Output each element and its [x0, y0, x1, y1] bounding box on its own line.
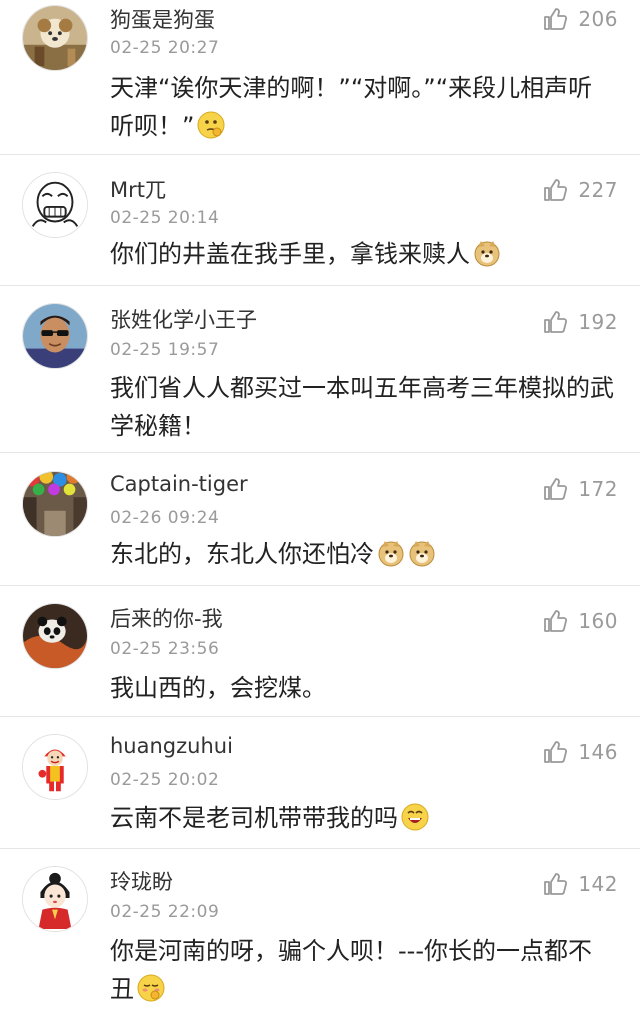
thumbs-up-icon — [542, 6, 568, 32]
like-count: 160 — [578, 609, 618, 633]
comment-item: Mrt兀 02-25 20:14 227 你们的井盖在我手里，拿钱来赎人 — [0, 155, 640, 286]
username[interactable]: Captain-tiger — [110, 472, 248, 496]
comment-list: 狗蛋是狗蛋 02-25 20:27 206 天津“诶你天津的啊！”“对啊。”“来… — [0, 0, 640, 1019]
meme-face-avatar-icon[interactable] — [22, 172, 88, 238]
thinking-emoji-icon — [197, 111, 225, 139]
comment-item: 后来的你-我 02-25 23:56 160 我山西的，会挖煤。 — [0, 586, 640, 717]
comment-text: 东北的，东北人你还怕冷 — [110, 535, 614, 573]
umbrella-street-avatar-icon[interactable] — [22, 471, 88, 537]
comment-body: 我山西的，会挖煤。 — [110, 674, 326, 702]
comment-body: 我们省人人都买过一本叫五年高考三年模拟的武学秘籍！ — [110, 374, 614, 440]
comment-body: 你是河南的呀，骗个人呗！---你长的一点都不丑 — [110, 937, 592, 1003]
comment-text: 我们省人人都买过一本叫五年高考三年模拟的武学秘籍！ — [110, 369, 614, 445]
username[interactable]: 张姓化学小王子 — [110, 304, 257, 334]
like-count: 227 — [578, 178, 618, 202]
comment-item: huangzuhui 02-25 20:02 146 云南不是老司机带带我的吗 — [0, 717, 640, 849]
panda-avatar-icon[interactable] — [22, 603, 88, 669]
doge-emoji-icon — [377, 539, 405, 567]
thumbs-up-icon — [542, 608, 568, 634]
username[interactable]: 后来的你-我 — [110, 603, 223, 633]
comment-text: 你们的井盖在我手里，拿钱来赎人 — [110, 235, 614, 273]
doge-emoji-icon — [473, 239, 501, 267]
timestamp: 02-26 09:24 — [110, 508, 220, 528]
laughing-emoji-icon — [401, 803, 429, 831]
like-count: 192 — [578, 310, 618, 334]
comment-body: 云南不是老司机带带我的吗 — [110, 804, 398, 832]
comment-item: 玲珑盼 02-25 22:09 142 你是河南的呀，骗个人呗！---你长的一点… — [0, 849, 640, 1019]
username[interactable]: 狗蛋是狗蛋 — [110, 4, 215, 34]
timestamp: 02-25 20:27 — [110, 38, 220, 58]
comment-text: 天津“诶你天津的啊！”“对啊。”“来段儿相声听听呗！” — [110, 69, 614, 145]
like-button[interactable]: 142 — [542, 869, 618, 899]
comment-text: 我山西的，会挖煤。 — [110, 669, 614, 707]
thumbs-up-icon — [542, 739, 568, 765]
thumbs-up-icon — [542, 309, 568, 335]
like-button[interactable]: 160 — [542, 606, 618, 636]
like-button[interactable]: 206 — [542, 4, 618, 34]
comment-item: Captain-tiger 02-26 09:24 172 东北的，东北人你还怕… — [0, 453, 640, 586]
like-button[interactable]: 172 — [542, 474, 618, 504]
comment-body: 东北的，东北人你还怕冷 — [110, 540, 374, 568]
comment-body: 你们的井盖在我手里，拿钱来赎人 — [110, 240, 470, 268]
like-button[interactable]: 146 — [542, 737, 618, 767]
doge-emoji-icon — [408, 539, 436, 567]
thumbs-up-icon — [542, 871, 568, 897]
thumbs-up-icon — [542, 476, 568, 502]
like-count: 146 — [578, 740, 618, 764]
comment-item: 狗蛋是狗蛋 02-25 20:27 206 天津“诶你天津的啊！”“对啊。”“来… — [0, 0, 640, 155]
comment-body: 天津“诶你天津的啊！”“对啊。”“来段儿相声听听呗！” — [110, 74, 593, 140]
username[interactable]: Mrt兀 — [110, 174, 166, 204]
timestamp: 02-25 19:57 — [110, 340, 220, 360]
thumbs-up-icon — [542, 177, 568, 203]
cartoon-clown-avatar-icon[interactable] — [22, 734, 88, 800]
timestamp: 02-25 22:09 — [110, 902, 220, 922]
comment-text: 云南不是老司机带带我的吗 — [110, 799, 614, 837]
sunglasses-man-avatar-icon[interactable] — [22, 303, 88, 369]
username[interactable]: huangzuhui — [110, 734, 233, 758]
dog-avatar-icon[interactable] — [22, 5, 88, 71]
like-count: 172 — [578, 477, 618, 501]
like-count: 142 — [578, 872, 618, 896]
shy-emoji-icon — [137, 974, 165, 1002]
like-count: 206 — [578, 7, 618, 31]
username[interactable]: 玲珑盼 — [110, 866, 173, 896]
cartoon-girl-avatar-icon[interactable] — [22, 866, 88, 932]
timestamp: 02-25 23:56 — [110, 639, 220, 659]
like-button[interactable]: 192 — [542, 307, 618, 337]
timestamp: 02-25 20:14 — [110, 208, 220, 228]
like-button[interactable]: 227 — [542, 175, 618, 205]
comment-text: 你是河南的呀，骗个人呗！---你长的一点都不丑 — [110, 932, 614, 1008]
comment-item: 张姓化学小王子 02-25 19:57 192 我们省人人都买过一本叫五年高考三… — [0, 286, 640, 453]
timestamp: 02-25 20:02 — [110, 770, 220, 790]
